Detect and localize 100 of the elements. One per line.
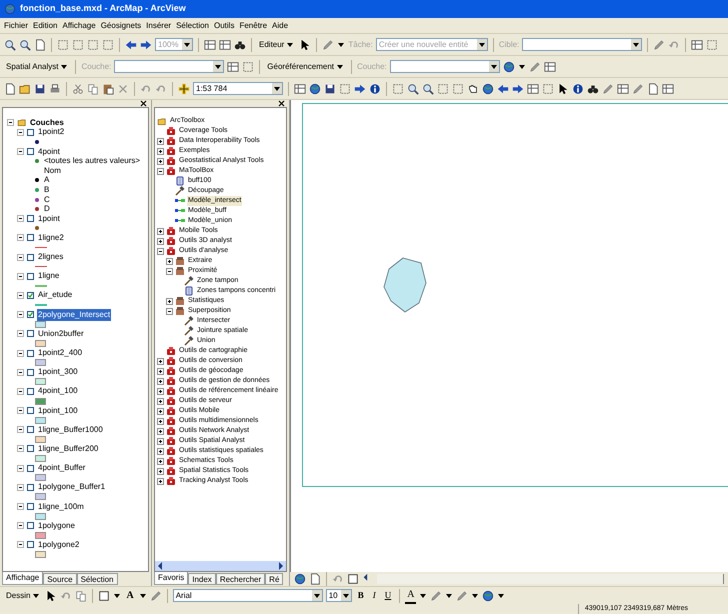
globe-icon[interactable] [482,82,494,94]
layer-checkbox[interactable] [27,215,34,222]
layer-checkbox[interactable] [27,388,34,395]
menu-item[interactable]: Fichier [4,20,28,32]
horizontal-scrollbar[interactable] [377,574,724,584]
expand-icon[interactable] [157,138,164,144]
layer-name[interactable]: 4point_Buffer [37,462,86,474]
scroll-right-icon[interactable] [277,561,285,571]
layer-checkbox[interactable] [27,128,34,136]
expand-icon[interactable] [157,398,164,404]
expand-icon[interactable] [157,358,164,364]
expand-icon[interactable] [157,468,164,474]
layer-name[interactable]: 1point [37,212,61,225]
globe-icon[interactable] [309,82,321,94]
fill-color-icon[interactable] [430,590,442,602]
bold-button[interactable]: B [354,588,367,602]
expand-icon[interactable] [157,428,164,434]
font-combo[interactable]: Arial [172,589,323,602]
pointer-icon[interactable] [557,82,569,94]
frame-icon[interactable] [542,82,554,94]
layer-checkbox[interactable] [27,522,34,530]
grid-icon[interactable] [544,60,556,72]
pencil-icon[interactable] [150,590,162,602]
layer-checkbox[interactable] [27,234,34,242]
scissors-icon[interactable] [72,82,84,94]
frame-icon[interactable] [392,82,404,94]
layer-checkbox[interactable] [27,272,34,280]
menu-item[interactable]: Sélection [176,20,209,32]
layer-name[interactable]: 1point_300 [37,366,79,378]
frame-icon[interactable] [339,82,351,94]
layer-checkbox[interactable] [27,368,34,376]
arrowr-icon[interactable] [512,82,524,94]
arrow-left-icon[interactable] [125,38,137,50]
menu-item[interactable]: Aide [272,20,288,32]
scale-combo[interactable]: 1:53 784 [193,82,283,95]
layer-checkbox[interactable] [27,464,34,472]
grid-icon[interactable] [662,82,674,94]
layer-name[interactable]: 4point_100 [37,385,79,398]
grid-icon[interactable] [294,82,306,94]
expand-icon[interactable] [157,438,164,444]
expand-icon[interactable] [157,458,164,464]
underline-button[interactable]: U [382,588,394,602]
data-view-icon[interactable] [294,573,306,585]
plus-icon[interactable] [178,82,190,94]
frame-icon[interactable] [706,38,718,50]
magnifier-icon[interactable] [19,38,31,50]
layer-name[interactable]: 1point_100 [37,404,79,417]
globe-icon[interactable] [502,60,515,72]
expand-icon[interactable] [157,158,164,164]
zoom-out-icon[interactable] [422,82,434,94]
font-color-button[interactable]: A [405,587,416,604]
frame-icon[interactable] [437,82,449,94]
layer-checkbox[interactable] [27,484,34,491]
layer-name[interactable]: 1ligne2 [37,232,65,244]
layer-name[interactable]: 1polygone_Buffer1 [37,481,106,494]
layer-checkbox[interactable] [27,541,34,548]
menu-item[interactable]: Outils [214,20,234,32]
menu-item[interactable]: Edition [33,20,58,32]
layer-checkbox[interactable] [27,254,34,261]
expand-icon[interactable] [157,418,164,424]
close-icon[interactable] [140,100,147,107]
expand-icon[interactable] [157,238,164,244]
grid-icon[interactable] [527,82,539,94]
folder-icon[interactable] [19,82,31,94]
pencil-icon[interactable] [322,38,334,50]
pencil-icon[interactable] [653,38,666,50]
expand-icon[interactable] [166,298,173,304]
layer-name[interactable]: 2polygone_Intersect [37,308,112,321]
arrowr-icon[interactable] [354,82,366,94]
arrow-right-icon[interactable] [140,38,152,50]
frame-icon[interactable] [242,60,254,72]
menu-item[interactable]: Insérer [146,20,172,32]
close-icon[interactable] [278,100,285,107]
marker-color-icon[interactable] [482,590,494,602]
expand-icon[interactable] [157,378,164,384]
expand-icon[interactable] [157,448,164,454]
clipboard-icon[interactable] [102,82,114,94]
layer-checkbox[interactable] [27,330,34,338]
frame-icon[interactable] [452,82,464,94]
grid-icon[interactable] [691,38,704,50]
expand-icon[interactable] [166,258,173,264]
layer-name[interactable]: 1ligne_Buffer1000 [37,424,104,436]
magnifier-icon[interactable] [4,38,16,50]
frame-icon[interactable] [87,38,99,50]
expand-icon[interactable] [157,368,164,374]
page-icon[interactable] [34,38,46,50]
layer-checkbox[interactable] [27,445,34,452]
expand-icon[interactable] [157,228,164,234]
layer-checkbox[interactable] [27,292,34,299]
menu-item[interactable]: Géosignets [100,20,142,32]
panel-tab[interactable]: Source [43,573,77,585]
layer-checkbox[interactable] [27,503,34,510]
panel-tab[interactable]: Rechercher [216,573,266,585]
grid-icon[interactable] [204,38,216,50]
copy-icon[interactable] [87,82,99,94]
layer-checkbox[interactable] [27,148,34,156]
font-size-combo[interactable]: 10 [326,589,352,602]
collapse-icon[interactable] [166,308,173,314]
rectangle-icon[interactable] [98,590,110,602]
page-icon[interactable] [647,82,659,94]
